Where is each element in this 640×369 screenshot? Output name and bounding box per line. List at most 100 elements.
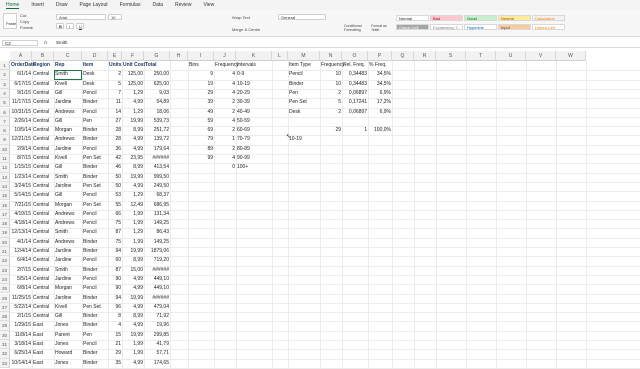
table-cell[interactable]: Pen Set (83, 201, 107, 210)
table-cell[interactable]: 6/17/15 (11, 80, 31, 89)
interval-cell[interactable]: 80-89 (237, 145, 271, 154)
table-cell[interactable]: Central (33, 312, 53, 321)
table-cell[interactable]: 9/1/15 (11, 89, 31, 98)
column-header-i[interactable]: I (188, 51, 214, 61)
table-cell[interactable]: Binder (83, 321, 107, 330)
summary-cell[interactable]: 6,9% (369, 89, 391, 98)
table-cell[interactable]: Central (33, 238, 53, 247)
table-cell[interactable]: Andrews (55, 210, 81, 219)
table-cell[interactable]: Howard (55, 349, 81, 358)
font-name-select[interactable]: Arial (56, 14, 106, 20)
style-normal[interactable]: Normal (396, 15, 429, 21)
row-header[interactable]: 7 (0, 116, 10, 127)
column-header-e[interactable]: E (108, 51, 122, 61)
table-cell[interactable]: 12/13/14 (11, 228, 31, 237)
table-header[interactable]: Item (83, 61, 107, 70)
summary-cell[interactable]: Pen (289, 89, 319, 98)
table-cell[interactable]: 35 (109, 359, 121, 368)
table-cell[interactable]: 7 (109, 89, 121, 98)
row-header[interactable]: 30 (0, 330, 10, 340)
table-cell[interactable]: Pen Set (83, 154, 107, 163)
summary-cell[interactable]: 0,34483 (343, 70, 367, 79)
row-header[interactable]: 14 (0, 181, 10, 192)
row-header[interactable]: 18 (0, 219, 10, 229)
table-cell[interactable]: Pencil (83, 210, 107, 219)
table-cell[interactable]: 11/25/15 (11, 294, 31, 303)
column-header-b[interactable]: B (32, 51, 54, 61)
bin-cell[interactable]: 89 (189, 145, 213, 154)
table-cell[interactable]: Morgan (55, 126, 81, 135)
column-header-l[interactable]: L (272, 51, 288, 61)
font-size-select[interactable]: 10 (108, 14, 122, 20)
table-cell[interactable]: 2/9/14 (11, 145, 31, 154)
summary-cell[interactable]: Pen Set (289, 98, 319, 107)
table-cell[interactable]: Jardine (55, 98, 81, 107)
row-header[interactable]: 3 (0, 79, 10, 89)
table-cell[interactable]: Pencil (83, 191, 107, 200)
table-cell[interactable]: Pen Set (83, 182, 107, 191)
table-cell[interactable]: Central (33, 70, 53, 79)
table-cell[interactable]: 94 (109, 294, 121, 303)
table-cell[interactable]: 21 (109, 340, 121, 349)
table-cell[interactable]: 29 (109, 349, 121, 358)
table-cell[interactable]: Kivell (55, 80, 81, 89)
format-as-table-button[interactable]: Format as Table (371, 24, 391, 32)
table-cell[interactable]: 1,29 (123, 228, 143, 237)
table-cell[interactable]: 6/1/14 (11, 70, 31, 79)
row-header[interactable]: 24 (0, 274, 10, 285)
table-cell[interactable]: Desk (83, 70, 107, 79)
table-cell[interactable]: Andrews (55, 108, 81, 117)
wrap-text-button[interactable]: Wrap Text (232, 15, 250, 20)
table-cell[interactable]: Binder (83, 135, 107, 144)
table-cell[interactable]: 41,79 (145, 340, 169, 349)
table-cell[interactable]: Central (33, 201, 53, 210)
table-cell[interactable]: Central (33, 154, 53, 163)
table-cell[interactable]: 2/26/14 (11, 117, 31, 126)
table-cell[interactable]: 28 (109, 126, 121, 135)
table-cell[interactable]: 8,99 (123, 126, 143, 135)
table-cell[interactable]: Pen (83, 331, 107, 340)
table-cell[interactable]: Binder (83, 173, 107, 182)
table-header[interactable]: Total (145, 61, 169, 70)
column-header-j[interactable]: J (214, 51, 236, 61)
column-header-n[interactable]: N (320, 51, 342, 61)
bin-cell[interactable]: 29 (189, 89, 213, 98)
table-cell[interactable]: 27 (109, 117, 121, 126)
bin-cell[interactable]: 69 (189, 126, 213, 135)
table-cell[interactable]: 449,10 (145, 284, 169, 293)
table-cell[interactable]: Central (33, 108, 53, 117)
copy-button[interactable]: Copy (20, 19, 29, 24)
table-cell[interactable]: Kivell (55, 303, 81, 312)
table-cell[interactable]: 2/1/15 (11, 312, 31, 321)
table-cell[interactable]: 131,34 (145, 210, 169, 219)
table-cell[interactable]: Pencil (83, 108, 107, 117)
table-cell[interactable]: East (33, 359, 53, 368)
bin-cell[interactable]: 19 (189, 80, 213, 89)
column-header-t[interactable]: T (466, 51, 496, 61)
row-header[interactable]: 21 (0, 247, 10, 257)
tab-draw[interactable]: Draw (56, 2, 68, 8)
summary-cell[interactable]: 5 (321, 98, 341, 107)
row-header[interactable]: 16 (0, 200, 10, 210)
table-cell[interactable]: 1,99 (123, 219, 143, 228)
bold-button[interactable]: B (56, 23, 64, 29)
table-cell[interactable]: Central (33, 173, 53, 182)
table-cell[interactable]: Binder (83, 126, 107, 135)
summary-cell[interactable]: Pencil (289, 70, 319, 79)
table-cell[interactable]: 1/15/15 (11, 163, 31, 172)
column-header-f[interactable]: F (122, 51, 144, 61)
summary-cell[interactable]: 6,9% (369, 108, 391, 117)
table-cell[interactable]: 4 (109, 321, 121, 330)
table-cell[interactable]: 11/17/15 (11, 98, 31, 107)
table-cell[interactable]: 249,50 (145, 182, 169, 191)
frequency-cell[interactable]: 2 (215, 98, 235, 107)
table-cell[interactable]: 4,99 (123, 303, 143, 312)
table-cell[interactable]: Central (33, 182, 53, 191)
table-cell[interactable]: Jardine (55, 275, 81, 284)
table-cell[interactable]: ###### (145, 154, 169, 163)
table-cell[interactable]: Central (33, 135, 53, 144)
table-cell[interactable]: ###### (145, 294, 169, 303)
table-cell[interactable]: 4,99 (123, 182, 143, 191)
frequency-cell[interactable]: 2 (215, 126, 235, 135)
bin-cell[interactable]: 79 (189, 135, 213, 144)
